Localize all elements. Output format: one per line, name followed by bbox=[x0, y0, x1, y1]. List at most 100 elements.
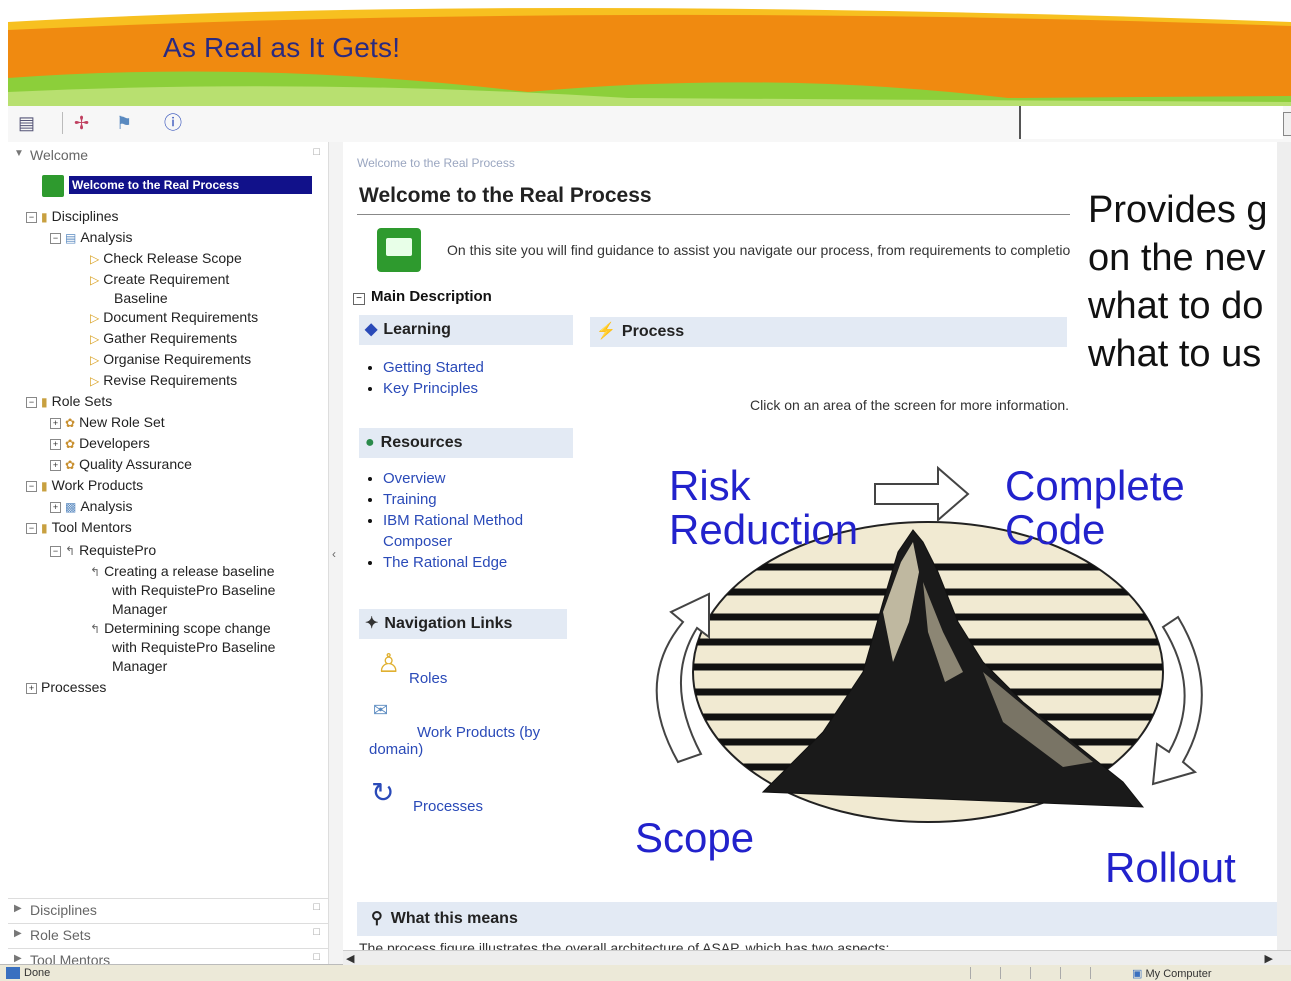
about-icon[interactable]: ⓘ bbox=[164, 112, 182, 134]
expand-icon: ▶ bbox=[14, 928, 22, 939]
ibm-rational-method-composer-link[interactable]: IBM Rational Method Composer bbox=[383, 512, 523, 550]
overview-link[interactable]: Overview bbox=[383, 470, 446, 487]
tree-item-developers[interactable]: + ✿ Developers bbox=[50, 434, 150, 453]
welcome-pane-header[interactable]: ▼ Welcome □ bbox=[8, 144, 328, 166]
expand-toggle[interactable]: + bbox=[50, 502, 61, 513]
tree-item-label: Role Sets bbox=[51, 393, 113, 409]
tree-item-gather-requirements[interactable]: ▷ Gather Requirements bbox=[90, 329, 237, 348]
collapse-toggle[interactable]: − bbox=[26, 397, 37, 408]
tree-item-label: Welcome to the Real Process bbox=[69, 176, 312, 194]
tree-item-creating-release-baseline[interactable]: ↰ Creating a release baseline bbox=[90, 562, 275, 581]
risk-reduction-label[interactable]: Risk Reduction bbox=[669, 464, 858, 552]
tree-item-work-products[interactable]: − ▮ Work Products bbox=[26, 476, 143, 495]
key-principles-link[interactable]: Key Principles bbox=[383, 380, 478, 397]
tool-mentor-icon: ↰ bbox=[90, 565, 101, 579]
tree-item-wp-analysis[interactable]: + ▩ Analysis bbox=[50, 497, 132, 516]
collapse-icon: ▼ bbox=[14, 148, 24, 159]
tree-item-check-release-scope[interactable]: ▷ Check Release Scope bbox=[90, 249, 242, 268]
tree-item-determining-scope-change[interactable]: ↰ Determining scope change bbox=[90, 619, 271, 638]
tree-icon[interactable]: ✢ bbox=[74, 112, 89, 134]
tree-item-label: Organise Requirements bbox=[103, 351, 252, 367]
overlay-line: what to do bbox=[1088, 285, 1264, 327]
tree-item-label: Disciplines bbox=[51, 208, 119, 224]
toolbar-divider bbox=[62, 112, 63, 134]
tree-item-requistepro[interactable]: − ↰ RequistePro bbox=[50, 541, 156, 560]
horizontal-scrollbar[interactable]: ◀ ▶ bbox=[343, 950, 1291, 965]
rollout-label[interactable]: Rollout bbox=[1105, 846, 1236, 890]
expand-toggle[interactable]: + bbox=[50, 439, 61, 450]
training-link[interactable]: Training bbox=[383, 491, 437, 508]
tree-item-label: Developers bbox=[79, 435, 150, 451]
task-icon: ▷ bbox=[90, 374, 100, 388]
resources-section-header: ● Resources bbox=[359, 428, 573, 458]
tree-item-label: Tool Mentors bbox=[51, 519, 132, 535]
main-description-header[interactable]: − Main Description bbox=[353, 288, 492, 305]
folder-icon: ▮ bbox=[41, 479, 48, 493]
collapse-toggle[interactable]: − bbox=[353, 293, 365, 305]
collapse-toggle[interactable]: − bbox=[26, 523, 37, 534]
tree-item-label-continued: Baseline bbox=[114, 290, 168, 306]
view-icon[interactable]: ▤ bbox=[18, 112, 35, 134]
list-item: Training bbox=[383, 489, 583, 510]
computer-icon: ▣ bbox=[1132, 968, 1143, 980]
pane-header-label: Welcome bbox=[30, 147, 89, 163]
welcome-page-icon bbox=[377, 228, 421, 272]
tree-item-label: Revise Requirements bbox=[103, 372, 238, 388]
folder-icon: ▮ bbox=[41, 210, 48, 224]
disciplines-pane-header[interactable]: ▶ Disciplines □ bbox=[8, 898, 328, 921]
collapse-toggle[interactable]: − bbox=[50, 546, 61, 557]
collapse-toggle[interactable]: − bbox=[26, 481, 37, 492]
tree-item-new-role-set[interactable]: + ✿ New Role Set bbox=[50, 413, 165, 432]
tree-item-label: Work Products bbox=[51, 477, 144, 493]
breadcrumb[interactable]: Welcome to the Real Process bbox=[357, 156, 515, 170]
scroll-right-icon[interactable]: ▶ bbox=[1265, 952, 1273, 965]
roles-link[interactable]: Roles bbox=[409, 670, 447, 687]
getting-started-link[interactable]: Getting Started bbox=[383, 359, 484, 376]
tree-item-welcome[interactable]: Welcome to the Real Process bbox=[42, 175, 312, 197]
processes-link[interactable]: Processes bbox=[413, 798, 483, 815]
roles-icon: ♙ bbox=[377, 648, 401, 678]
rational-edge-link[interactable]: The Rational Edge bbox=[383, 554, 507, 571]
complete-code-label[interactable]: Complete Code bbox=[1005, 464, 1185, 552]
collapse-arrow-icon[interactable]: ‹ bbox=[332, 547, 336, 561]
vertical-scrollbar[interactable] bbox=[1277, 142, 1291, 954]
zone-label: My Computer bbox=[1145, 968, 1212, 980]
role-sets-pane-header[interactable]: ▶ Role Sets □ bbox=[8, 923, 328, 946]
collapse-toggle[interactable]: − bbox=[26, 212, 37, 223]
navigation-links-section-header: ✦ Navigation Links bbox=[359, 609, 567, 639]
maximize-icon[interactable]: □ bbox=[313, 146, 320, 158]
tree-item-create-requirement-baseline[interactable]: ▷ Create Requirement bbox=[90, 270, 229, 289]
pane-splitter[interactable]: ‹ bbox=[329, 142, 343, 964]
tree-item-organise-requirements[interactable]: ▷ Organise Requirements bbox=[90, 350, 251, 369]
overlay-caption: Provides g on the nev what to do what to… bbox=[1088, 186, 1268, 378]
learning-icon: ◆ bbox=[365, 321, 378, 338]
glossary-icon[interactable]: ⚑ bbox=[116, 112, 132, 134]
tree-item-quality-assurance[interactable]: + ✿ Quality Assurance bbox=[50, 455, 192, 474]
expand-toggle[interactable]: + bbox=[26, 683, 37, 694]
tree-item-disciplines[interactable]: − ▮ Disciplines bbox=[26, 207, 119, 226]
scope-label[interactable]: Scope bbox=[635, 816, 754, 860]
work-products-link[interactable]: Work Products (by domain) bbox=[369, 724, 569, 758]
tree-item-analysis[interactable]: − ▤ Analysis bbox=[50, 228, 132, 247]
diagram-label-line: Reduction bbox=[669, 506, 859, 553]
search-input[interactable] bbox=[1019, 106, 1283, 139]
maximize-icon[interactable]: □ bbox=[313, 901, 320, 913]
tree-item-revise-requirements[interactable]: ▷ Revise Requirements bbox=[90, 371, 237, 390]
scroll-left-icon[interactable]: ◀ bbox=[346, 952, 354, 965]
maximize-icon[interactable]: □ bbox=[313, 951, 320, 963]
process-diagram[interactable]: Risk Reduction Complete Code Scope Rollo… bbox=[623, 432, 1263, 902]
status-cell bbox=[1090, 967, 1113, 979]
collapse-toggle[interactable]: − bbox=[50, 233, 61, 244]
tree-item-label: New Role Set bbox=[79, 414, 165, 430]
list-item: The Rational Edge bbox=[383, 552, 583, 573]
expand-toggle[interactable]: + bbox=[50, 460, 61, 471]
tree-item-role-sets[interactable]: − ▮ Role Sets bbox=[26, 392, 112, 411]
toolbar-button[interactable] bbox=[1283, 112, 1291, 136]
tree-item-document-requirements[interactable]: ▷ Document Requirements bbox=[90, 308, 258, 327]
tree-item-processes[interactable]: + Processes bbox=[26, 678, 106, 696]
tree-item-tool-mentors[interactable]: − ▮ Tool Mentors bbox=[26, 518, 132, 537]
maximize-icon[interactable]: □ bbox=[313, 926, 320, 938]
navigation-icon: ✦ bbox=[365, 615, 379, 632]
security-zone: ▣ My Computer bbox=[1132, 967, 1212, 980]
expand-toggle[interactable]: + bbox=[50, 418, 61, 429]
